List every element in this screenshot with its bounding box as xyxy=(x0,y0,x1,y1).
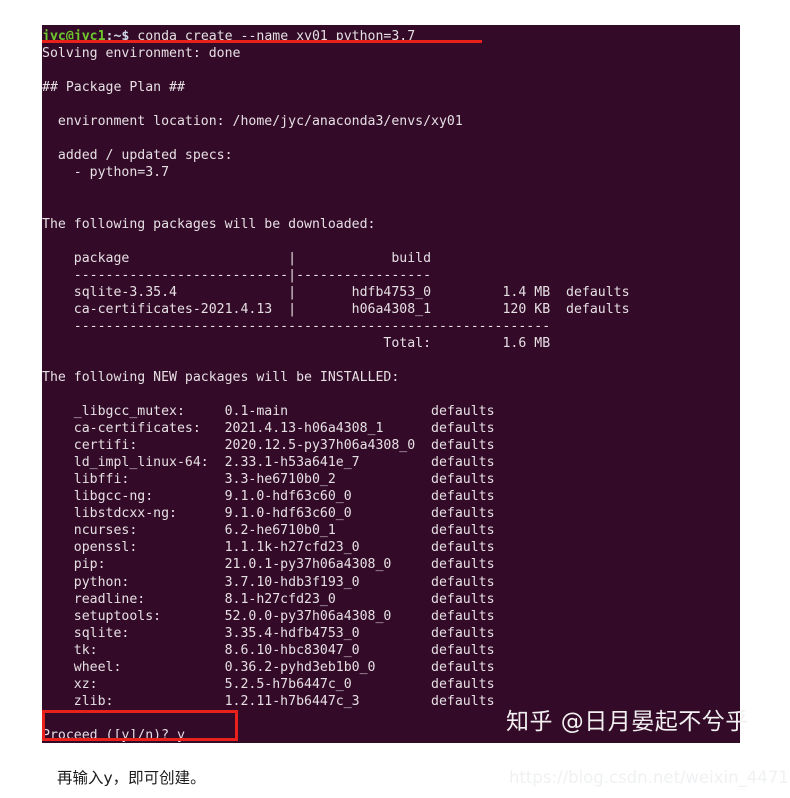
terminal-line-0: Solving environment: done xyxy=(42,46,241,62)
terminal-line-16: ----------------------------------------… xyxy=(42,318,551,334)
terminal-window[interactable]: jyc@jyc1:~$ conda create --name xy01 pyt… xyxy=(42,25,740,743)
terminal-line-19: The following NEW packages will be INSTA… xyxy=(42,369,400,385)
terminal-line-17: Total: 1.6 MB xyxy=(42,335,551,351)
terminal-line-28: ncurses: 6.2-he6710b0_1 defaults xyxy=(42,523,495,539)
terminal-line-5 xyxy=(42,130,740,147)
terminal-line-1 xyxy=(42,62,740,79)
terminal-line-7: - python=3.7 xyxy=(42,165,170,181)
terminal-line-24: ld_impl_linux-64: 2.33.1-h53a641e_7 defa… xyxy=(42,455,495,471)
terminal-line-36: wheel: 0.36.2-pyhd3eb1b0_0 defaults xyxy=(42,659,495,675)
terminal-line-13: ---------------------------|------------… xyxy=(42,267,432,283)
terminal-line-37: xz: 5.2.5-h7b6447c_0 defaults xyxy=(42,676,495,692)
terminal-line-34: sqlite: 3.35.4-hdfb4753_0 defaults xyxy=(42,625,495,641)
terminal-line-4: environment location: /home/jyc/anaconda… xyxy=(42,114,463,130)
terminal-line-29: openssl: 1.1.1k-h27cfd23_0 defaults xyxy=(42,540,495,556)
terminal-line-11 xyxy=(42,233,740,250)
terminal-line-26: libgcc-ng: 9.1.0-hdf63c60_0 defaults xyxy=(42,489,495,505)
caption-text: 再输入y，即可创建。 xyxy=(57,769,206,787)
terminal-line-18 xyxy=(42,352,740,369)
terminal-line-10: The following packages will be downloade… xyxy=(42,216,376,232)
zhihu-watermark: 知乎 @日月晏起不兮乎 xyxy=(506,709,749,735)
terminal-line-30: pip: 21.0.1-py37h06a4308_0 defaults xyxy=(42,557,495,573)
command-underline-annotation xyxy=(42,40,482,43)
terminal-line-25: libffi: 3.3-he6710b0_2 defaults xyxy=(42,472,495,488)
terminal-line-27: libstdcxx-ng: 9.1.0-hdf63c60_0 defaults xyxy=(42,506,495,522)
terminal-line-20 xyxy=(42,386,740,403)
terminal-line-33: setuptools: 52.0.0-py37h06a4308_0 defaul… xyxy=(42,608,495,624)
terminal-output: jyc@jyc1:~$ conda create --name xy01 pyt… xyxy=(42,28,740,743)
csdn-watermark: https://blog.csdn.net/weixin_44716147 xyxy=(509,768,790,787)
terminal-line-32: readline: 8.1-h27cfd23_0 defaults xyxy=(42,591,495,607)
terminal-line-35: tk: 8.6.10-hbc83047_0 defaults xyxy=(42,642,495,658)
proceed-prompt-box-annotation xyxy=(42,710,238,741)
terminal-line-6: added / updated specs: xyxy=(42,148,233,164)
terminal-line-31: python: 3.7.10-hdb3f193_0 defaults xyxy=(42,574,495,590)
terminal-line-21: _libgcc_mutex: 0.1-main defaults xyxy=(42,404,495,420)
terminal-line-14: sqlite-3.35.4 | hdfb4753_0 1.4 MB defaul… xyxy=(42,284,630,300)
terminal-line-3 xyxy=(42,96,740,113)
terminal-line-12: package | build xyxy=(42,250,432,266)
terminal-line-22: ca-certificates: 2021.4.13-h06a4308_1 de… xyxy=(42,421,495,437)
terminal-line-15: ca-certificates-2021.4.13 | h06a4308_1 1… xyxy=(42,301,630,317)
terminal-line-2: ## Package Plan ## xyxy=(42,80,185,96)
terminal-line-8 xyxy=(42,181,740,198)
terminal-line-9 xyxy=(42,198,740,215)
terminal-line-23: certifi: 2020.12.5-py37h06a4308_0 defaul… xyxy=(42,438,495,454)
